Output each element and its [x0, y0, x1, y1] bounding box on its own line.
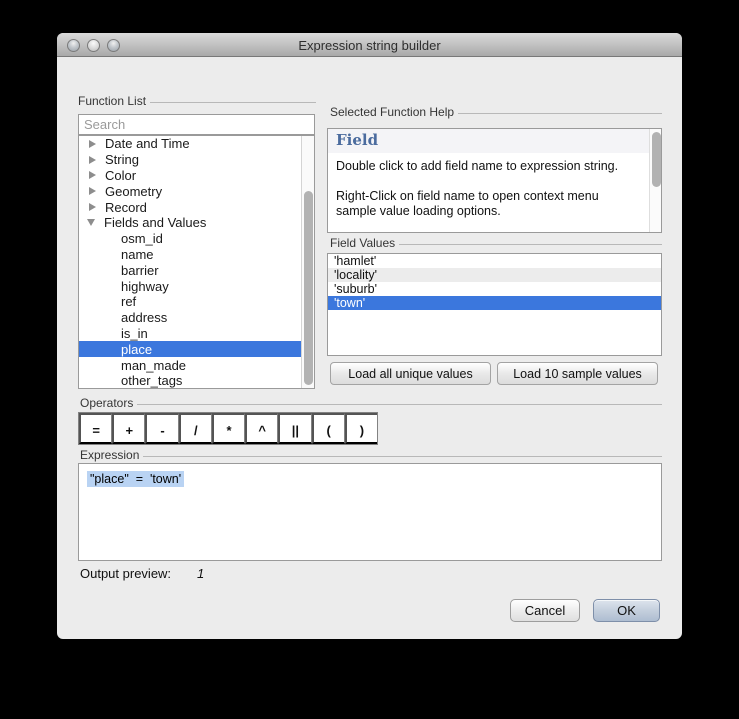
load-10-sample-values-button[interactable]: Load 10 sample values: [497, 362, 658, 385]
expression-string-builder-dialog: Expression string builder Function List …: [57, 33, 682, 639]
help-body: Double click to add field name to expres…: [328, 153, 661, 220]
title-bar[interactable]: Expression string builder: [57, 33, 682, 57]
output-preview-label: Output preview:: [80, 566, 172, 581]
tree-item-color[interactable]: Color: [79, 168, 314, 184]
value-row-locality[interactable]: 'locality': [328, 268, 661, 282]
operator-close-paren-button[interactable]: ): [344, 413, 377, 444]
chevron-down-icon[interactable]: [87, 219, 95, 227]
divider: [458, 112, 662, 114]
cancel-button[interactable]: Cancel: [510, 599, 580, 622]
output-preview-row: Output preview: 1: [80, 566, 204, 581]
tree-scrollbar[interactable]: [301, 136, 314, 388]
ok-button[interactable]: OK: [593, 599, 660, 622]
search-input[interactable]: [78, 114, 315, 135]
window-title: Expression string builder: [298, 38, 441, 53]
screen-background: Expression string builder Function List …: [0, 0, 739, 719]
divider: [399, 243, 662, 245]
operator-divide-button[interactable]: /: [178, 413, 212, 444]
tree-item-other-tags[interactable]: other_tags: [79, 373, 314, 388]
operator-plus-button[interactable]: +: [112, 413, 146, 444]
operator-open-paren-button[interactable]: (: [311, 413, 345, 444]
divider: [143, 455, 662, 457]
function-tree[interactable]: Date and Time String Color Geometry Reco…: [78, 135, 315, 389]
tree-item-highway[interactable]: highway: [79, 278, 314, 294]
value-row-town-selected[interactable]: 'town': [328, 296, 661, 310]
tree-item-barrier[interactable]: barrier: [79, 262, 314, 278]
tree-item-geometry[interactable]: Geometry: [79, 183, 314, 199]
function-list-label: Function List: [78, 94, 316, 108]
chevron-right-icon[interactable]: [89, 187, 96, 196]
tree-item-osm-id[interactable]: osm_id: [79, 231, 314, 247]
tree-item-man-made[interactable]: man_made: [79, 357, 314, 373]
operator-equals-button[interactable]: =: [79, 413, 113, 444]
tree-item-address[interactable]: address: [79, 310, 314, 326]
divider: [150, 101, 316, 103]
chevron-right-icon[interactable]: [89, 155, 96, 164]
value-row-suburb[interactable]: 'suburb': [328, 282, 661, 296]
operator-multiply-button[interactable]: *: [211, 413, 246, 444]
operators-toolbar: = + - / * ^ || ( ): [78, 412, 378, 445]
operators-label: Operators: [80, 396, 662, 410]
divider: [137, 403, 662, 405]
help-paragraph: Right-Click on field name to open contex…: [336, 188, 599, 219]
tree-item-place-selected[interactable]: place: [79, 341, 314, 358]
tree-item-ref[interactable]: ref: [79, 294, 314, 310]
value-row-hamlet[interactable]: 'hamlet': [328, 254, 661, 268]
help-scrollbar[interactable]: [649, 129, 661, 232]
chevron-right-icon[interactable]: [89, 203, 96, 212]
expression-text-selected[interactable]: "place" = 'town': [87, 471, 185, 487]
help-heading: Field: [336, 131, 379, 149]
function-help-panel[interactable]: Field Double click to add field name to …: [327, 128, 662, 233]
operator-concat-button[interactable]: ||: [278, 413, 312, 444]
tree-item-is-in[interactable]: is_in: [79, 326, 314, 342]
selected-function-help-label: Selected Function Help: [330, 105, 662, 119]
chevron-right-icon[interactable]: [89, 171, 96, 180]
operator-power-button[interactable]: ^: [245, 413, 279, 444]
expression-label: Expression: [80, 448, 662, 462]
operator-minus-button[interactable]: -: [145, 413, 179, 444]
load-all-unique-values-button[interactable]: Load all unique values: [330, 362, 491, 385]
tree-item-string[interactable]: String: [79, 152, 314, 168]
tree-item-date-and-time[interactable]: Date and Time: [79, 136, 314, 152]
tree-item-name[interactable]: name: [79, 247, 314, 263]
tree-item-record[interactable]: Record: [79, 199, 314, 215]
tree-item-fields-and-values[interactable]: Fields and Values: [79, 215, 314, 231]
help-heading-band: Field: [328, 129, 661, 153]
help-paragraph: Double click to add field name to expres…: [336, 159, 619, 173]
chevron-right-icon[interactable]: [89, 139, 96, 148]
tree-scrollbar-thumb[interactable]: [304, 191, 313, 385]
field-values-list[interactable]: 'hamlet' 'locality' 'suburb' 'town': [327, 253, 662, 356]
output-preview-value: 1: [197, 566, 205, 581]
field-values-label: Field Values: [330, 236, 662, 250]
expression-editor[interactable]: "place" = 'town': [78, 463, 662, 561]
help-scrollbar-thumb[interactable]: [651, 132, 661, 187]
